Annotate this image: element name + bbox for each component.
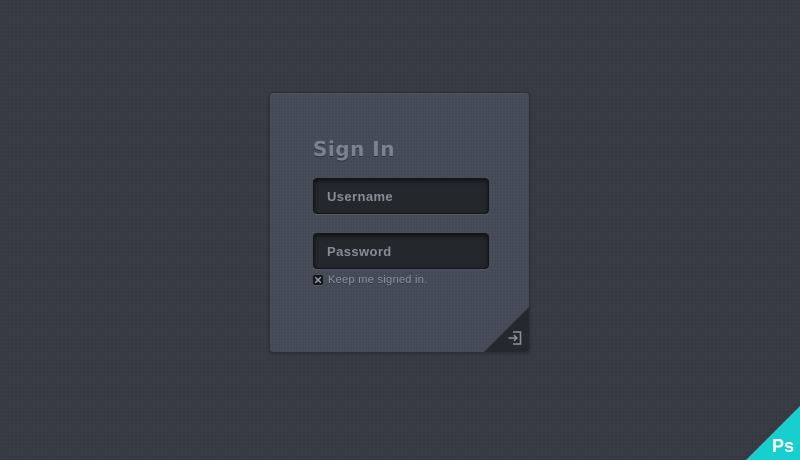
photoshop-badge-text: Ps [771,436,794,456]
corner-triangle [484,307,529,352]
sign-in-submit-button[interactable] [484,307,529,352]
checkmark-x-icon [315,277,321,283]
username-field[interactable] [313,178,489,214]
login-icon [508,331,522,345]
sign-in-title: Sign In [313,137,395,161]
keep-signed-in-checkbox[interactable] [313,275,323,285]
password-field[interactable] [313,233,489,269]
keep-signed-in-option[interactable]: Keep me signed in. [313,274,428,286]
photoshop-badge: Ps [746,406,800,460]
keep-signed-in-label: Keep me signed in. [328,274,428,286]
sign-in-card: Sign In Keep me signed in. [269,92,530,353]
